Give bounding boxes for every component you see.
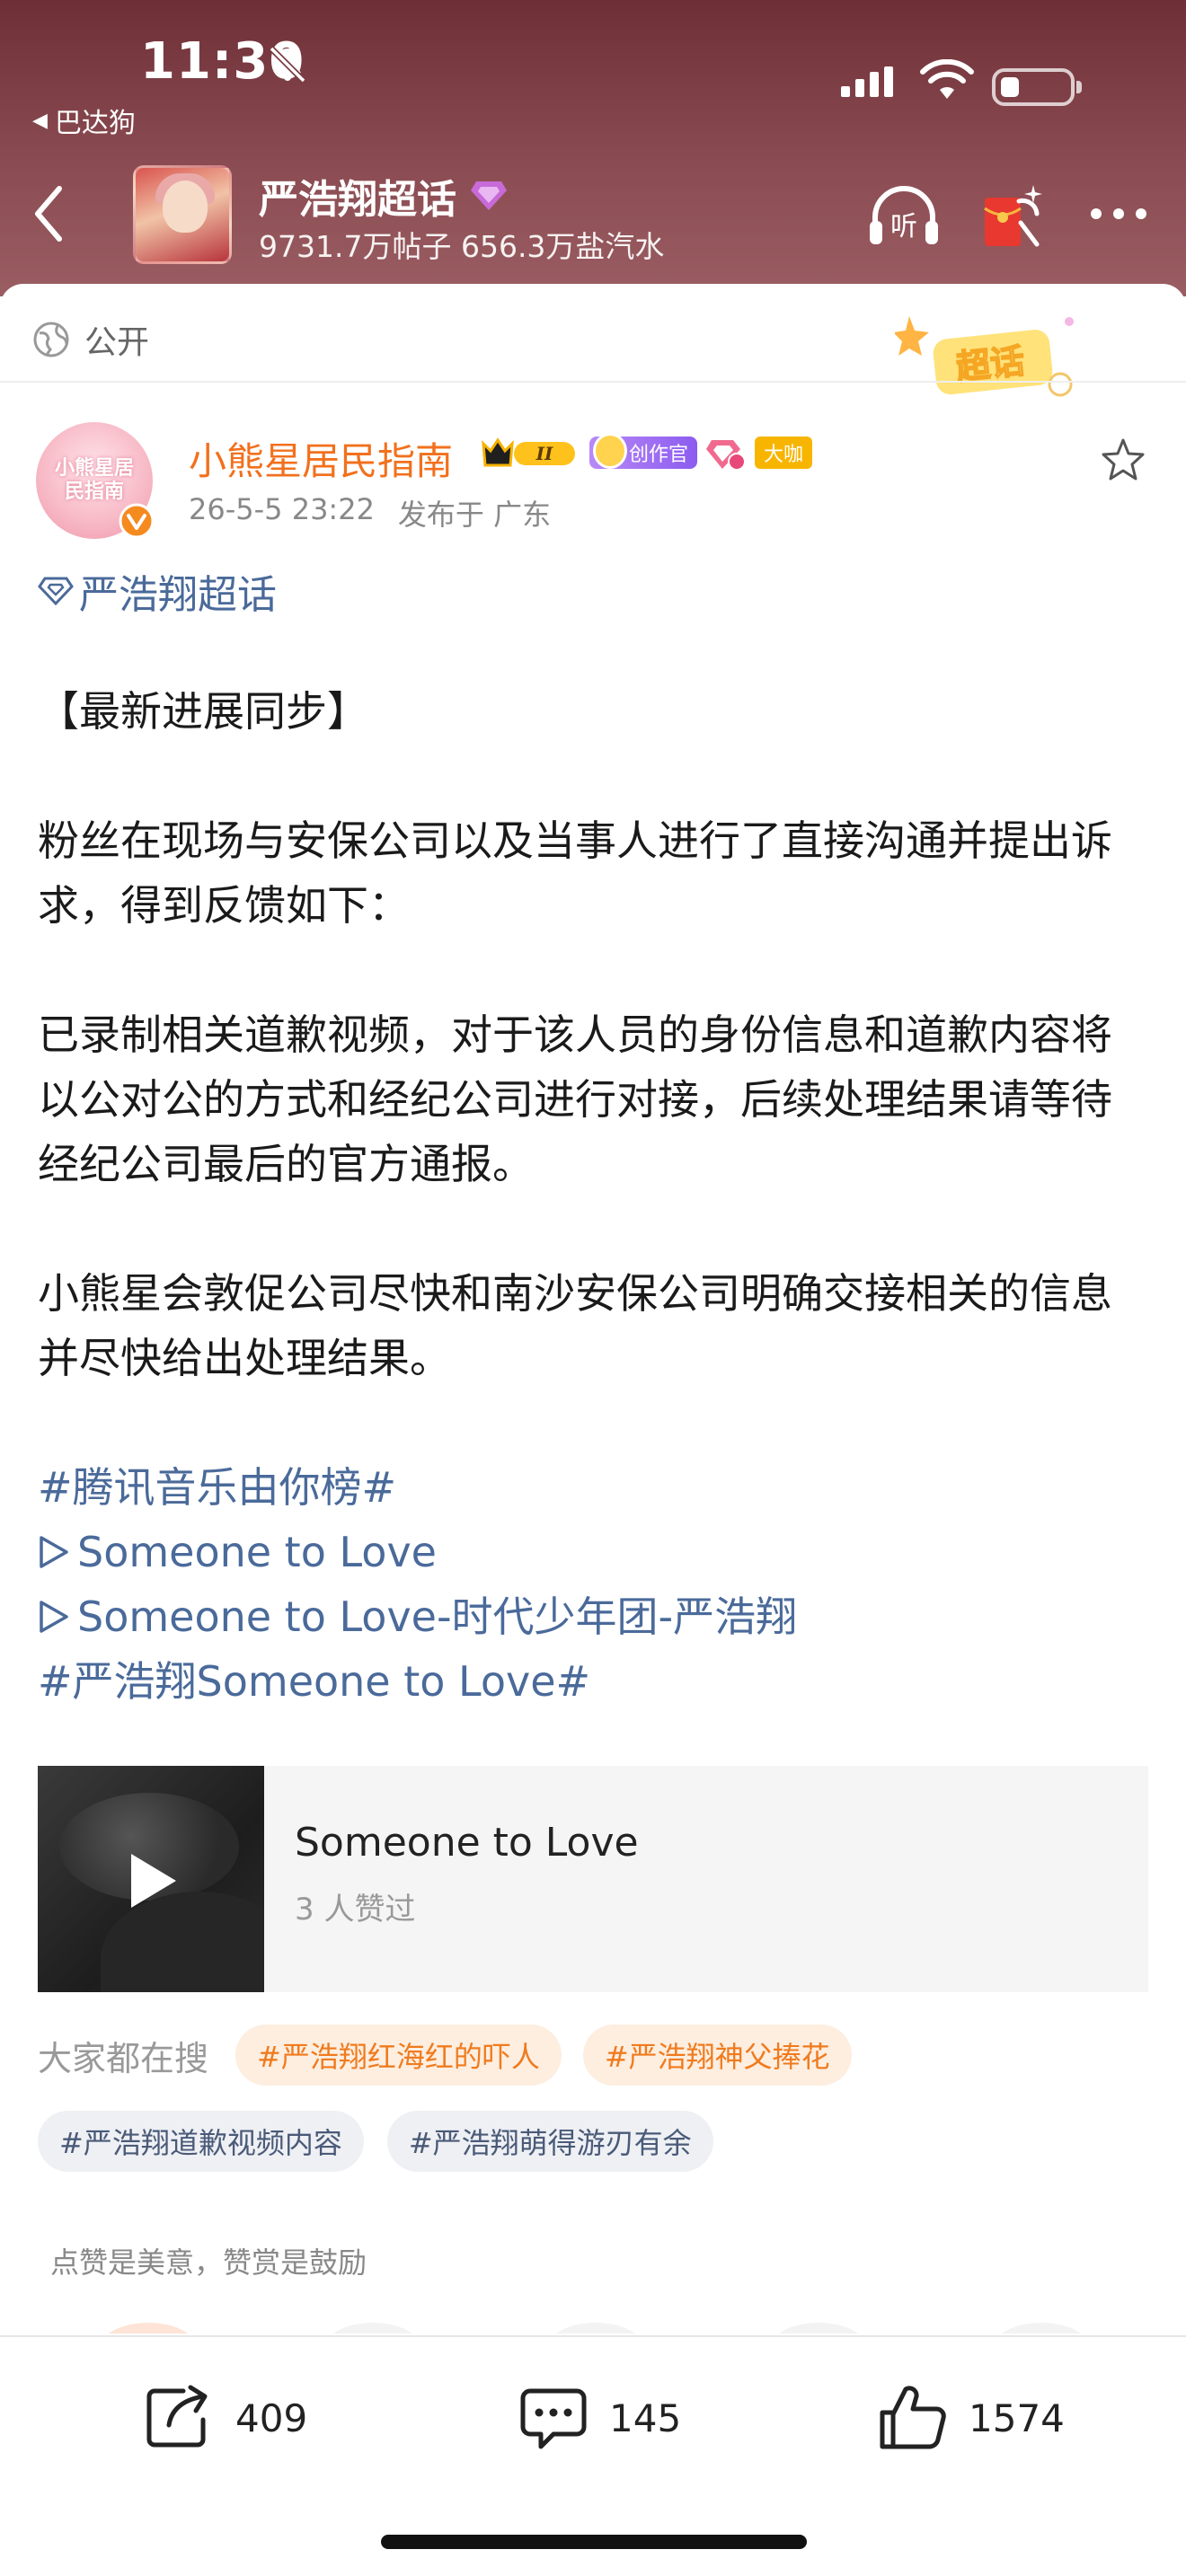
comment-button[interactable]: 145 [518,2384,681,2452]
favorite-star-icon[interactable] [1100,437,1146,483]
trending-search-label: 大家都在搜 [38,2038,209,2078]
visibility-indicator: 公开 [32,316,149,363]
song-link-text: Someone to Love-时代少年团-严浩翔 [77,1592,798,1641]
avatar-text: 小熊星居民指南 [54,457,134,503]
cellular-signal-icon [841,66,893,97]
search-tag[interactable]: #严浩翔红海红的吓人 [235,2025,562,2086]
reward-prompt: 点赞是美意，赞赏是鼓励 [50,2245,367,2280]
author-name[interactable]: 小熊星居民指南 [189,431,453,486]
play-outline-icon [40,1601,68,1633]
back-to-app[interactable]: ◀ 巴达狗 [32,101,136,140]
svg-text:听: 听 [890,211,917,243]
divider [0,381,1186,383]
back-triangle-icon: ◀ [32,109,48,132]
post-meta: 26-5-5 23:22 发布于 广东 [189,492,551,534]
author-badges: II 创作官 大咖 [482,433,813,471]
topic-stats: 9731.7万帖子 656.3万盐汽水 [259,229,665,264]
crown-level-badge[interactable]: II [482,435,580,471]
reward-options-peek [0,2316,1186,2333]
supertopic-badge[interactable]: 超话 [895,304,1093,402]
comment-icon [520,2388,587,2449]
creator-badge-label: 创作官 [629,444,689,466]
visibility-label: 公开 [84,324,150,361]
more-icon[interactable] [1089,207,1148,221]
search-tag[interactable]: #严浩翔神父捧花 [582,2025,852,2086]
music-card[interactable]: Someone to Love 3 人赞过 [38,1766,1148,1992]
play-outline-icon [40,1536,68,1568]
post-paragraph: 小熊星会敦促公司尽快和南沙安保公司明确交接相关的信息并尽快给出处理结果。 [38,1269,1112,1382]
globe-icon [33,322,69,357]
topic-title[interactable]: 严浩翔超话 [259,167,509,225]
back-app-label: 巴达狗 [54,108,136,139]
song-link[interactable]: Someone to Love-时代少年团-严浩翔 [38,1584,1152,1649]
topic-link-text: 严浩翔超话 [79,572,277,618]
listen-icon[interactable]: 听 [866,183,942,250]
creator-face-icon [593,433,627,469]
trending-search-row: 大家都在搜 #严浩翔红海红的吓人 #严浩翔神父捧花 [38,2025,852,2086]
back-arrow-icon[interactable] [27,180,72,248]
red-packet-icon[interactable] [978,181,1044,250]
badge-level-text: II [535,443,553,464]
post-body: 【最新进展同步】 粉丝在现场与安保公司以及当事人进行了直接沟通并提出诉求，得到反… [38,679,1152,1714]
like-button[interactable]: 1574 [877,2384,1065,2452]
diamond-outline-icon [38,577,74,606]
share-icon [146,2385,208,2448]
music-cover-image [38,1766,264,1992]
hashtag-link[interactable]: #腾讯音乐由你榜# [38,1455,1152,1520]
comment-count: 145 [609,2395,682,2440]
post-paragraph: 【最新进展同步】 [38,687,368,736]
post-paragraph: 已录制相关道歉视频，对于该人员的身份信息和道歉内容将以公对公的方式和经纪公司进行… [38,1010,1112,1188]
creator-badge[interactable]: 创作官 [589,433,698,469]
topic-title-text: 严浩翔超话 [259,177,456,223]
bell-muted-icon [269,46,306,84]
thumbs-up-icon [880,2386,946,2449]
wifi-icon [920,59,974,99]
topic-link[interactable]: 严浩翔超话 [38,562,277,620]
post-card: 公开 超话 小熊星居民指南 小熊星居民指南 II 创作官 大咖 26-5-5 2… [0,284,1186,2576]
hashtag-link[interactable]: #严浩翔Someone to Love# [38,1649,1152,1714]
home-indicator[interactable] [381,2535,807,2549]
post-paragraph: 粉丝在现场与安保公司以及当事人进行了直接沟通并提出诉求，得到反馈如下： [38,816,1112,930]
topic-cover-image[interactable] [133,165,232,264]
search-tag[interactable]: #严浩翔萌得游刃有余 [386,2111,713,2172]
like-count: 1574 [969,2395,1065,2440]
diamond-icon [471,181,507,210]
search-tag[interactable]: #严浩翔道歉视频内容 [38,2111,364,2172]
play-icon[interactable] [124,1848,181,1913]
vip-badge[interactable]: 大咖 [755,437,813,469]
post-location: 发布于 广东 [397,498,552,532]
topic-header: 11:30 ◀ 巴达狗 严浩翔超话 9731.7万帖子 656.3万盐汽水 听 [0,0,1186,296]
battery-icon [992,68,1082,106]
trending-search-row: #严浩翔道歉视频内容 #严浩翔萌得游刃有余 [38,2111,713,2172]
repost-button[interactable]: 409 [144,2384,307,2452]
music-likes: 3 人赞过 [295,1892,416,1928]
repost-count: 409 [235,2395,308,2440]
music-title: Someone to Love [295,1820,639,1866]
verified-badge-icon [119,503,155,539]
post-date: 26-5-5 23:22 [189,492,375,526]
song-link-text: Someone to Love [77,1528,437,1576]
song-link[interactable]: Someone to Love [38,1520,1152,1584]
gem-badge-icon[interactable] [706,435,747,471]
